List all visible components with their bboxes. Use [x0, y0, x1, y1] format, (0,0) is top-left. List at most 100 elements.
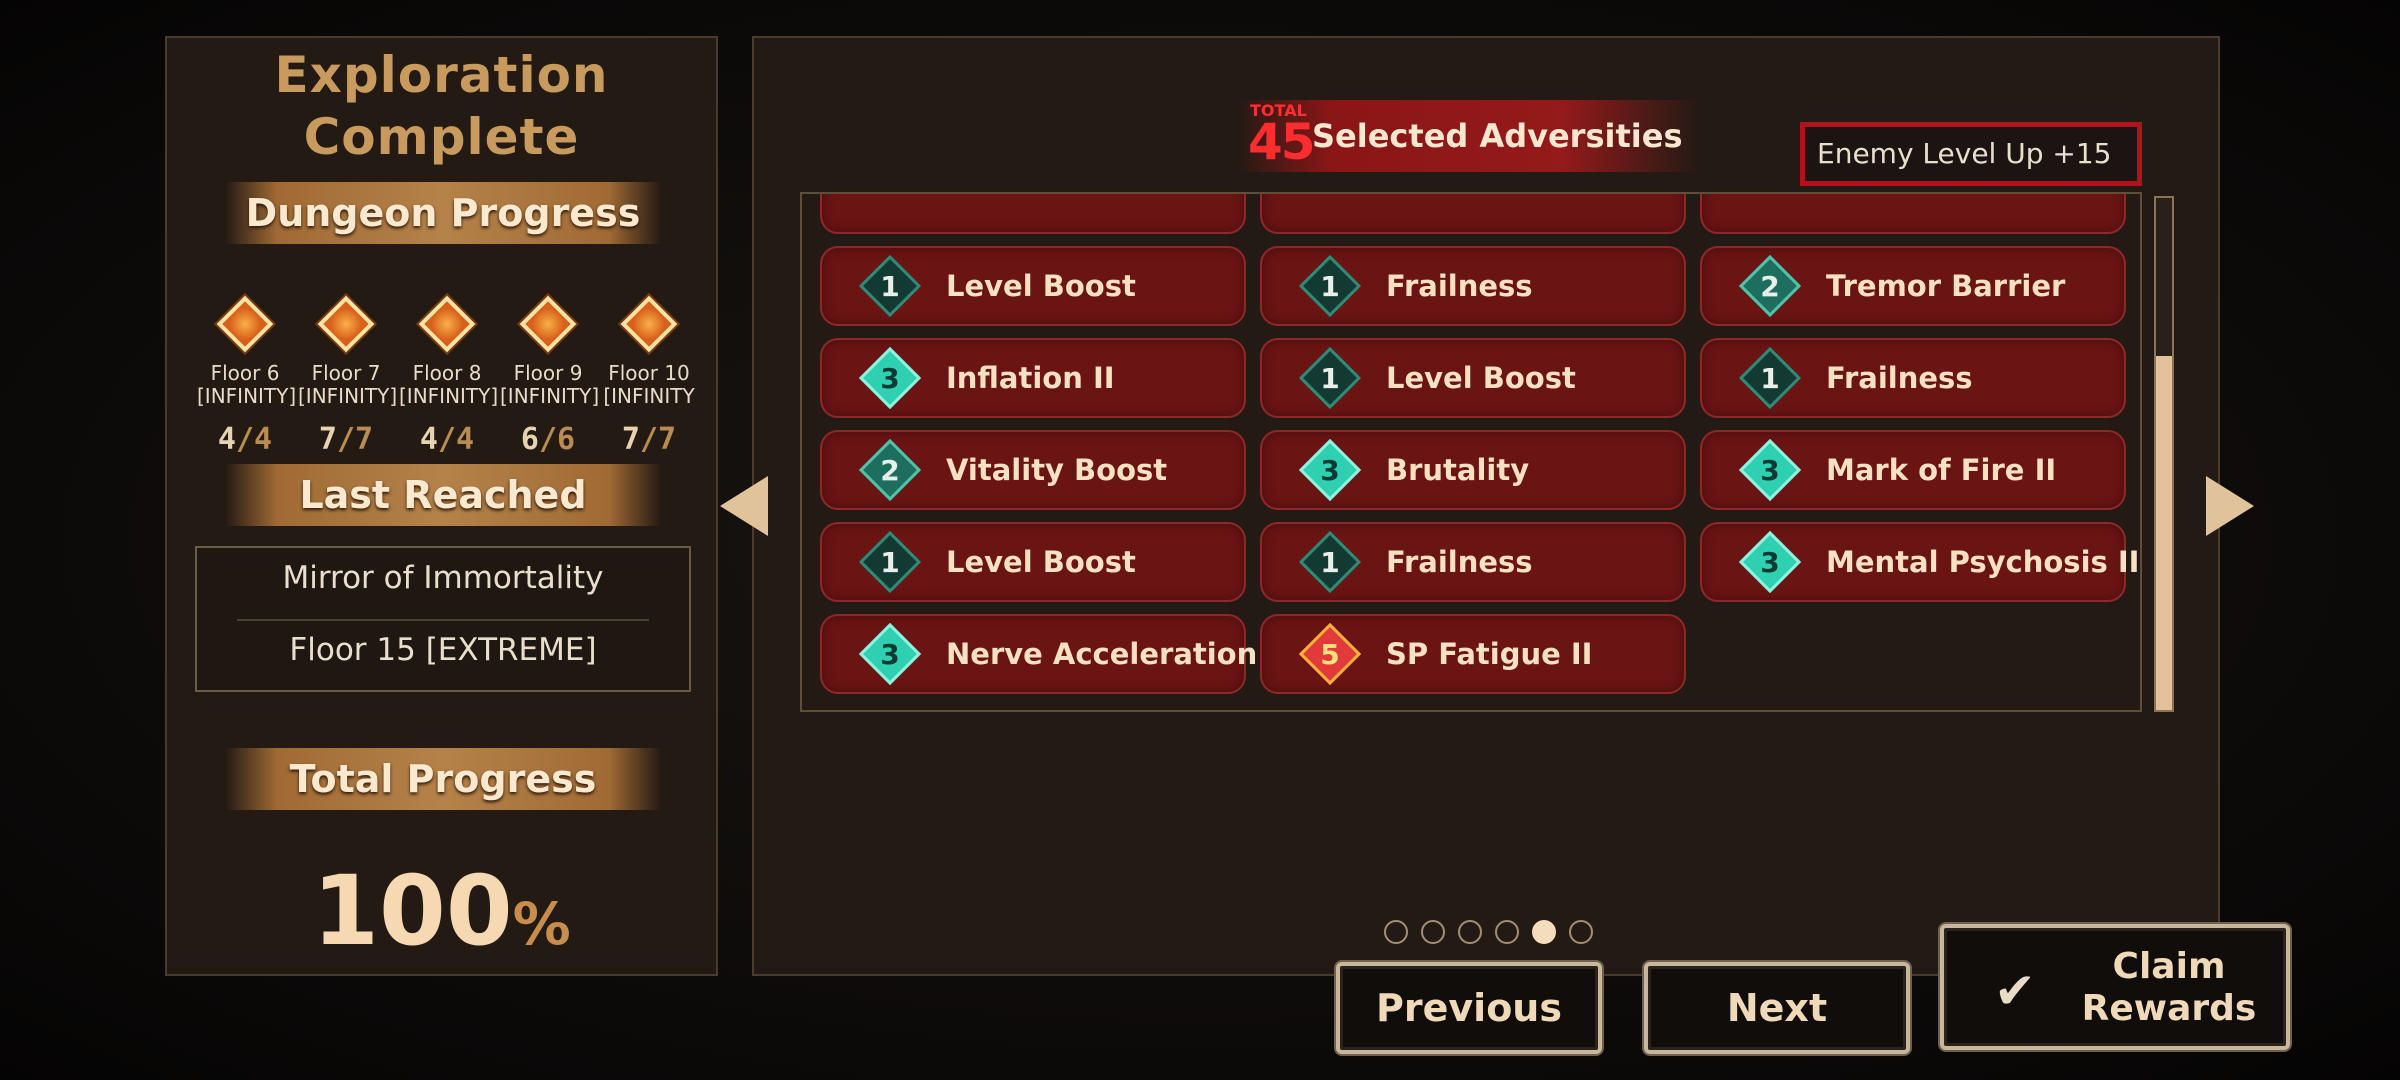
adversity-level: 3 — [880, 637, 900, 671]
adversity-name: Level Boost — [1386, 361, 1576, 395]
page-dot[interactable] — [1421, 920, 1445, 944]
level-badge-icon: 1 — [1298, 346, 1362, 410]
level-badge-icon: 1 — [858, 254, 922, 318]
adversity-level: 1 — [1760, 361, 1780, 395]
adversity-grid: 1 Level Boost 1 Frailness 2 Tremor Barrier 3 In… — [820, 246, 2139, 694]
floor-list: Floor 6 [INFINITY] 4/4 Floor 7 [INFINITY… — [197, 295, 697, 466]
adversity-item[interactable]: 1 Frailness — [1700, 338, 2126, 418]
total-progress-number: 100 — [312, 855, 513, 967]
adversity-level: 1 — [1320, 361, 1340, 395]
adversity-item[interactable]: 3 Mental Psychosis II — [1700, 522, 2139, 602]
adversity-name: Frailness — [1386, 269, 1533, 303]
floor-count: 4/4 — [217, 422, 273, 457]
adversity-level: 3 — [1320, 453, 1340, 487]
last-reached-banner: Last Reached — [225, 464, 661, 526]
level-badge-icon: 2 — [1738, 254, 1802, 318]
floor-count: 4/4 — [419, 422, 475, 457]
prev-page-arrow-icon[interactable] — [720, 476, 768, 536]
adversity-level: 3 — [880, 361, 900, 395]
adversity-level: 2 — [880, 453, 900, 487]
floor-name: Floor 10 [INFINITY — [603, 361, 695, 408]
enemy-level-box: Enemy Level Up +15 — [1800, 122, 2142, 186]
page-dot[interactable] — [1458, 920, 1482, 944]
adversity-level: 1 — [1320, 545, 1340, 579]
adversity-item[interactable]: 3 Inflation II — [820, 338, 1246, 418]
level-badge-icon: 1 — [1298, 254, 1362, 318]
divider — [237, 619, 649, 621]
floor-item: Floor 9 [INFINITY] 6/6 — [500, 295, 600, 466]
adversity-item[interactable]: 1 Level Boost — [820, 246, 1246, 326]
adversity-list[interactable]: 1 Level Boost 1 Frailness 2 Tremor Barrier 3 In… — [800, 192, 2142, 712]
dungeon-progress-label: Dungeon Progress — [245, 191, 641, 235]
last-reached-label: Last Reached — [299, 473, 587, 517]
total-progress-label: Total Progress — [289, 757, 597, 801]
floor-gem-icon — [418, 295, 476, 353]
total-progress-value: 100% — [167, 856, 716, 979]
claim-rewards-label: Claim Rewards — [2081, 946, 2257, 1029]
scrollbar-thumb[interactable] — [2156, 356, 2172, 710]
level-badge-icon: 1 — [1298, 530, 1362, 594]
adversity-item[interactable]: 1 Level Boost — [1260, 338, 1686, 418]
adversity-name: SP Fatigue II — [1386, 637, 1593, 671]
floor-gem-icon — [620, 295, 678, 353]
exploration-complete-title: Exploration Complete — [274, 46, 609, 166]
adversity-item[interactable]: 1 Frailness — [1260, 246, 1686, 326]
adversity-item[interactable]: 2 Tremor Barrier — [1700, 246, 2126, 326]
level-badge-icon: 3 — [858, 346, 922, 410]
floor-name: Floor 6 [INFINITY] — [197, 361, 297, 408]
adversity-item[interactable]: 2 Vitality Boost — [820, 430, 1246, 510]
level-badge-icon: 1 — [1738, 346, 1802, 410]
adversity-name: Frailness — [1386, 545, 1533, 579]
floor-count: 7/7 — [621, 422, 677, 457]
adversity-name: Brutality — [1386, 453, 1530, 487]
level-badge-icon: 1 — [858, 530, 922, 594]
level-badge-icon: 3 — [858, 622, 922, 686]
next-page-arrow-icon[interactable] — [2206, 476, 2254, 536]
level-badge-icon: 3 — [1298, 438, 1362, 502]
total-progress-banner: Total Progress — [225, 748, 661, 810]
total-adversity-count: 45 — [1248, 113, 1316, 171]
percent-sign: % — [512, 890, 571, 958]
level-badge-icon: 3 — [1738, 438, 1802, 502]
floor-item: Floor 7 [INFINITY] 7/7 — [298, 295, 397, 466]
floor-name: Floor 8 [INFINITY] — [399, 361, 499, 408]
adversity-item-partial — [1260, 194, 1686, 234]
progress-panel: Exploration Complete Dungeon Progress Fl… — [165, 36, 718, 976]
adversity-level: 5 — [1320, 637, 1340, 671]
next-button[interactable]: Next — [1644, 962, 1910, 1054]
adversity-item[interactable]: 3 Nerve Acceleration II — [820, 614, 1289, 694]
level-badge-icon: 2 — [858, 438, 922, 502]
floor-count: 7/7 — [318, 422, 374, 457]
last-reached-dungeon: Mirror of Immortality — [282, 560, 604, 596]
level-badge-icon: 5 — [1298, 622, 1362, 686]
adversity-item[interactable]: 5 SP Fatigue II — [1260, 614, 1686, 694]
adversity-item[interactable]: 1 Frailness — [1260, 522, 1686, 602]
adversity-item-partial — [1700, 194, 2126, 234]
adversity-item[interactable]: 3 Mark of Fire II — [1700, 430, 2126, 510]
adversity-item[interactable]: 3 Brutality — [1260, 430, 1686, 510]
adversity-item-partial — [820, 194, 1246, 234]
last-reached-floor: Floor 15 [EXTREME] — [289, 632, 597, 668]
next-label: Next — [1726, 986, 1828, 1030]
adversity-name: Mark of Fire II — [1826, 453, 2057, 487]
page-dot[interactable] — [1569, 920, 1593, 944]
adversity-level: 3 — [1760, 545, 1780, 579]
adversity-name: Frailness — [1826, 361, 1973, 395]
previous-button[interactable]: Previous — [1336, 962, 1602, 1054]
floor-name: Floor 9 [INFINITY] — [500, 361, 600, 408]
partial-row — [820, 194, 2126, 234]
adversity-item[interactable]: 1 Level Boost — [820, 522, 1246, 602]
adversity-level: 2 — [1760, 269, 1780, 303]
page-dot[interactable] — [1495, 920, 1519, 944]
dungeon-progress-banner: Dungeon Progress — [225, 182, 661, 244]
claim-rewards-button[interactable]: ✔ Claim Rewards — [1940, 924, 2290, 1050]
adversity-name: Level Boost — [946, 545, 1136, 579]
floor-item: Floor 8 [INFINITY] 4/4 — [399, 295, 499, 466]
adversity-level: 1 — [880, 545, 900, 579]
page-dot[interactable] — [1384, 920, 1408, 944]
adversity-level: 3 — [1760, 453, 1780, 487]
previous-label: Previous — [1376, 986, 1562, 1030]
page-dot[interactable] — [1532, 920, 1556, 944]
adversity-level: 1 — [880, 269, 900, 303]
adversity-level: 1 — [1320, 269, 1340, 303]
